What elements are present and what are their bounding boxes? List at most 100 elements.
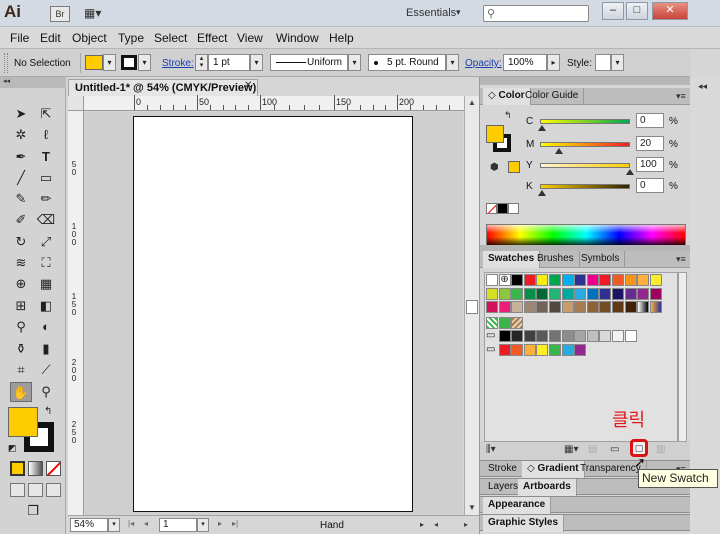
tools-panel-header[interactable]: ◂◂ <box>0 77 66 88</box>
eraser-tool-icon[interactable]: ⌫ <box>35 210 57 230</box>
color-swatch[interactable] <box>637 301 650 313</box>
eyedropper-tool-icon[interactable]: ⚲ <box>10 317 32 337</box>
color-swatch[interactable] <box>549 287 561 300</box>
blob-brush-tool-icon[interactable]: ✐ <box>10 210 32 230</box>
color-swatch[interactable] <box>586 301 599 313</box>
free-transform-tool-icon[interactable]: ⛶ <box>35 253 57 273</box>
stroke-dropdown[interactable]: ▾ <box>138 54 151 71</box>
color-swatch[interactable] <box>536 301 549 313</box>
color-swatch[interactable] <box>561 343 574 356</box>
rotate-tool-icon[interactable]: ↻ <box>10 232 32 252</box>
color-swatch[interactable] <box>574 301 587 313</box>
out-of-gamut-icon[interactable]: ⬢ <box>490 162 499 173</box>
color-swatch[interactable] <box>574 343 587 356</box>
menu-window[interactable]: Window <box>276 31 319 45</box>
tab-graphic-styles[interactable]: Graphic Styles <box>483 515 565 532</box>
tab-color-guide[interactable]: Color Guide <box>520 88 585 105</box>
symbol-sprayer-tool-icon[interactable]: ⚱ <box>10 339 32 359</box>
panel-menu-icon[interactable]: ▾≡ <box>676 254 686 265</box>
panel-dock-header[interactable] <box>480 77 691 85</box>
prev-artboard-icon[interactable]: ◂ <box>144 519 148 528</box>
menu-view[interactable]: View <box>237 31 263 45</box>
opacity-dropdown[interactable]: ▸ <box>547 54 560 71</box>
color-mode-icon[interactable] <box>10 461 25 476</box>
brush-definition[interactable]: 5 pt. Round <box>368 54 446 71</box>
pencil-tool-icon[interactable]: ✏ <box>35 189 57 209</box>
color-swatch[interactable] <box>586 330 599 342</box>
last-artboard-icon[interactable]: ▸| <box>232 519 238 528</box>
color-swatch[interactable] <box>649 274 662 286</box>
color-swatch[interactable] <box>612 274 624 286</box>
color-swatch[interactable] <box>624 274 637 286</box>
color-swatch[interactable] <box>511 287 524 300</box>
color-swatch[interactable] <box>637 287 650 300</box>
color-swatch[interactable] <box>599 287 612 300</box>
rectangle-tool-icon[interactable]: ▭ <box>35 168 57 188</box>
color-swatch[interactable] <box>612 330 624 342</box>
cyan-value[interactable]: 0 <box>636 113 664 128</box>
menu-edit[interactable]: Edit <box>40 31 61 45</box>
menu-help[interactable]: Help <box>329 31 354 45</box>
color-swatch[interactable] <box>511 330 524 342</box>
slider-thumb[interactable] <box>538 190 546 196</box>
slider-thumb[interactable] <box>538 125 546 131</box>
color-swatch[interactable] <box>624 301 637 313</box>
none-mode-icon[interactable] <box>46 461 61 476</box>
first-artboard-icon[interactable]: |◂ <box>128 519 134 528</box>
menu-object[interactable]: Object <box>72 31 107 45</box>
color-swatch[interactable] <box>574 287 587 300</box>
direct-selection-tool-icon[interactable]: ⇱ <box>35 104 57 124</box>
minimize-button[interactable]: – <box>602 2 624 20</box>
tab-brushes[interactable]: Brushes <box>532 251 580 268</box>
yellow-slider[interactable] <box>540 163 630 168</box>
arrange-documents-icon[interactable]: ▦▾ <box>84 6 110 22</box>
scroll-down-icon[interactable]: ▼ <box>465 501 479 515</box>
scroll-right-icon[interactable]: ▸ <box>464 520 468 529</box>
lasso-tool-icon[interactable]: ℓ <box>35 125 57 145</box>
slider-thumb[interactable] <box>626 169 634 175</box>
status-menu-icon[interactable]: ▸ <box>420 520 424 529</box>
color-swatch[interactable] <box>624 287 637 300</box>
swatch-libraries-icon[interactable]: ⫼▾ <box>486 444 496 455</box>
color-swatch[interactable] <box>498 316 511 329</box>
gamut-swatch[interactable] <box>508 161 520 173</box>
chevron-down-icon[interactable]: ▾ <box>456 7 461 18</box>
default-colors-icon[interactable]: ◩ <box>8 443 17 454</box>
zoom-tool-icon[interactable]: ⚲ <box>35 382 57 402</box>
menu-select[interactable]: Select <box>154 31 187 45</box>
color-swatch[interactable] <box>549 330 561 342</box>
fill-dropdown[interactable]: ▾ <box>103 54 116 71</box>
paintbrush-tool-icon[interactable]: ✎ <box>10 189 32 209</box>
magic-wand-tool-icon[interactable]: ✲ <box>10 125 32 145</box>
panel-menu-icon[interactable]: ▾≡ <box>676 91 686 102</box>
style-dropdown[interactable]: ▾ <box>611 54 624 71</box>
artboard-tool-icon[interactable]: ⌗ <box>10 360 32 380</box>
color-group-folder-icon[interactable]: ▭ <box>486 330 498 342</box>
menu-file[interactable]: File <box>10 31 29 45</box>
swatch-options-icon[interactable]: ▤ <box>588 444 597 455</box>
tab-symbols[interactable]: Symbols <box>576 251 626 268</box>
gradient-tool-icon[interactable]: ◧ <box>35 296 57 316</box>
close-button[interactable]: ✕ <box>652 2 688 20</box>
swatch-scrollbar[interactable] <box>678 272 687 442</box>
none-color-swatch[interactable] <box>486 203 497 214</box>
brush-dropdown[interactable]: ▾ <box>446 54 459 71</box>
color-fill-swatch[interactable] <box>486 125 504 143</box>
ruler-origin[interactable] <box>68 96 84 111</box>
color-swatch[interactable] <box>599 301 612 313</box>
scroll-thumb[interactable] <box>466 300 478 314</box>
horizontal-ruler[interactable]: 0 50 100 150 200 <box>84 95 464 111</box>
slider-thumb[interactable] <box>555 148 563 154</box>
color-swatch[interactable] <box>574 274 587 286</box>
pen-tool-icon[interactable]: ✒ <box>10 147 32 167</box>
color-swatch[interactable] <box>649 301 662 313</box>
fill-color-swatch[interactable] <box>85 55 103 70</box>
scale-tool-icon[interactable]: ⤢ <box>35 232 57 252</box>
color-swatch[interactable] <box>574 330 587 342</box>
color-swatch[interactable] <box>523 274 536 286</box>
color-swatch[interactable] <box>511 274 524 286</box>
artboard-dropdown[interactable]: ▾ <box>197 518 209 532</box>
delete-swatch-icon[interactable]: ▥ <box>656 444 665 455</box>
color-swatch[interactable] <box>498 301 511 313</box>
draw-normal-icon[interactable] <box>10 483 25 497</box>
